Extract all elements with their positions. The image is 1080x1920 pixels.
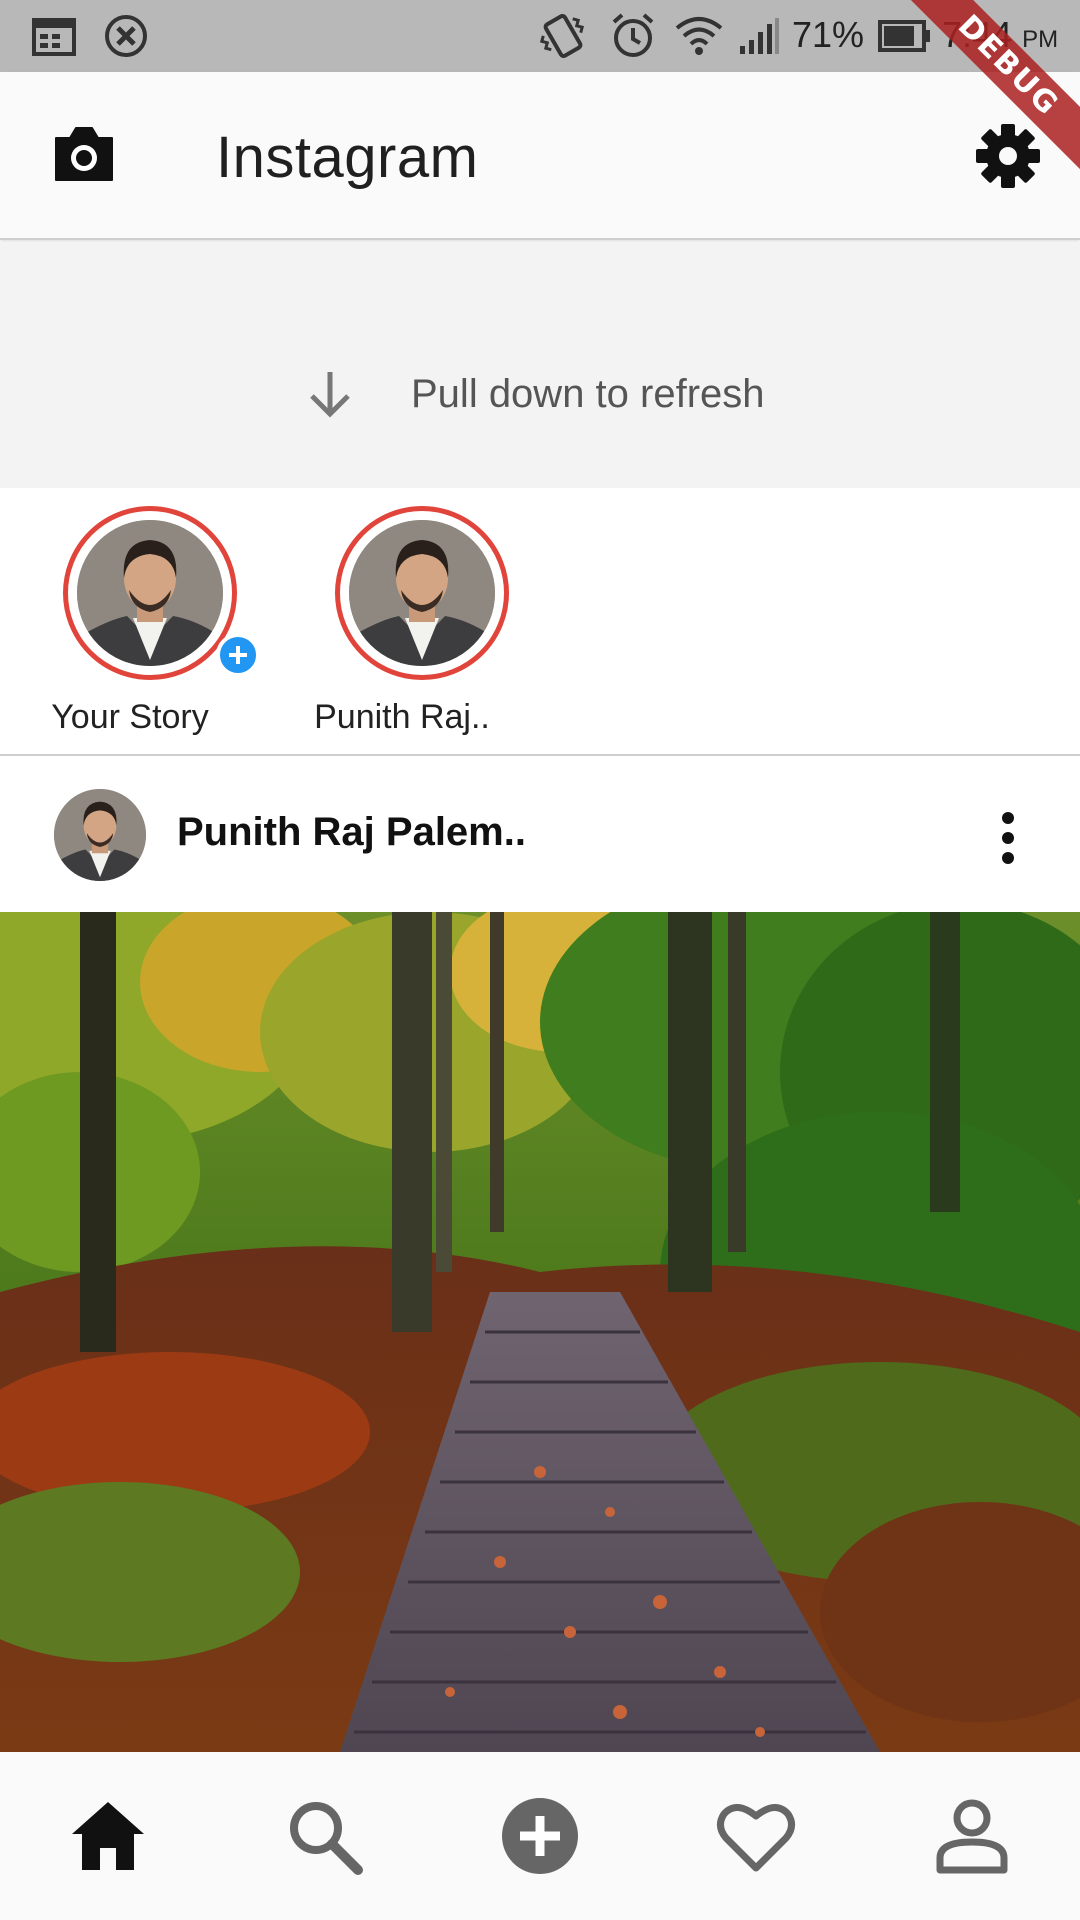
profile-icon[interactable]: [930, 1794, 1014, 1878]
post-author-name[interactable]: Punith Raj Palem..: [177, 810, 526, 855]
vibrate-icon: [539, 14, 585, 58]
refresh-hint: Pull down to refresh: [411, 372, 765, 416]
wifi-icon: [675, 17, 723, 55]
close-circle-icon: [105, 15, 147, 57]
arrow-down-icon: [310, 372, 350, 418]
signal-icon: [740, 18, 779, 54]
story-ring: [335, 506, 509, 680]
camera-icon[interactable]: [52, 124, 116, 184]
battery-icon: [878, 20, 930, 52]
alarm-icon: [612, 13, 654, 57]
pull-to-refresh[interactable]: Pull down to refresh: [0, 242, 1080, 488]
battery-percent: 71%: [792, 14, 865, 55]
post-image[interactable]: [0, 912, 1080, 1752]
story-label: Punith Raj..: [314, 698, 490, 736]
app-title: Instagram: [216, 125, 479, 190]
post-author-avatar[interactable]: [54, 789, 146, 881]
bottom-navigation: [0, 1752, 1080, 1920]
status-bar: 71% 7:44 PM: [0, 0, 1080, 72]
forest-photo: [0, 912, 1080, 1752]
add-circle-icon[interactable]: [498, 1794, 582, 1878]
calendar-icon: [32, 18, 76, 56]
add-story-badge[interactable]: [216, 633, 260, 677]
search-icon[interactable]: [282, 1794, 366, 1878]
app-bar: Instagram: [0, 72, 1080, 240]
avatar: [349, 520, 495, 666]
story-ring: [63, 506, 260, 680]
home-icon[interactable]: [66, 1794, 150, 1878]
avatar: [77, 520, 223, 666]
post-header: Punith Raj Palem..: [0, 758, 1080, 912]
plus-icon: [229, 646, 247, 664]
heart-icon[interactable]: [714, 1794, 798, 1878]
stories-row: Your Story Punith Raj..: [0, 488, 1080, 756]
story-label: Your Story: [51, 698, 209, 736]
clock: 7:44 PM: [942, 14, 1059, 55]
more-vert-icon[interactable]: [994, 810, 1022, 866]
settings-gear-icon[interactable]: [976, 124, 1040, 188]
